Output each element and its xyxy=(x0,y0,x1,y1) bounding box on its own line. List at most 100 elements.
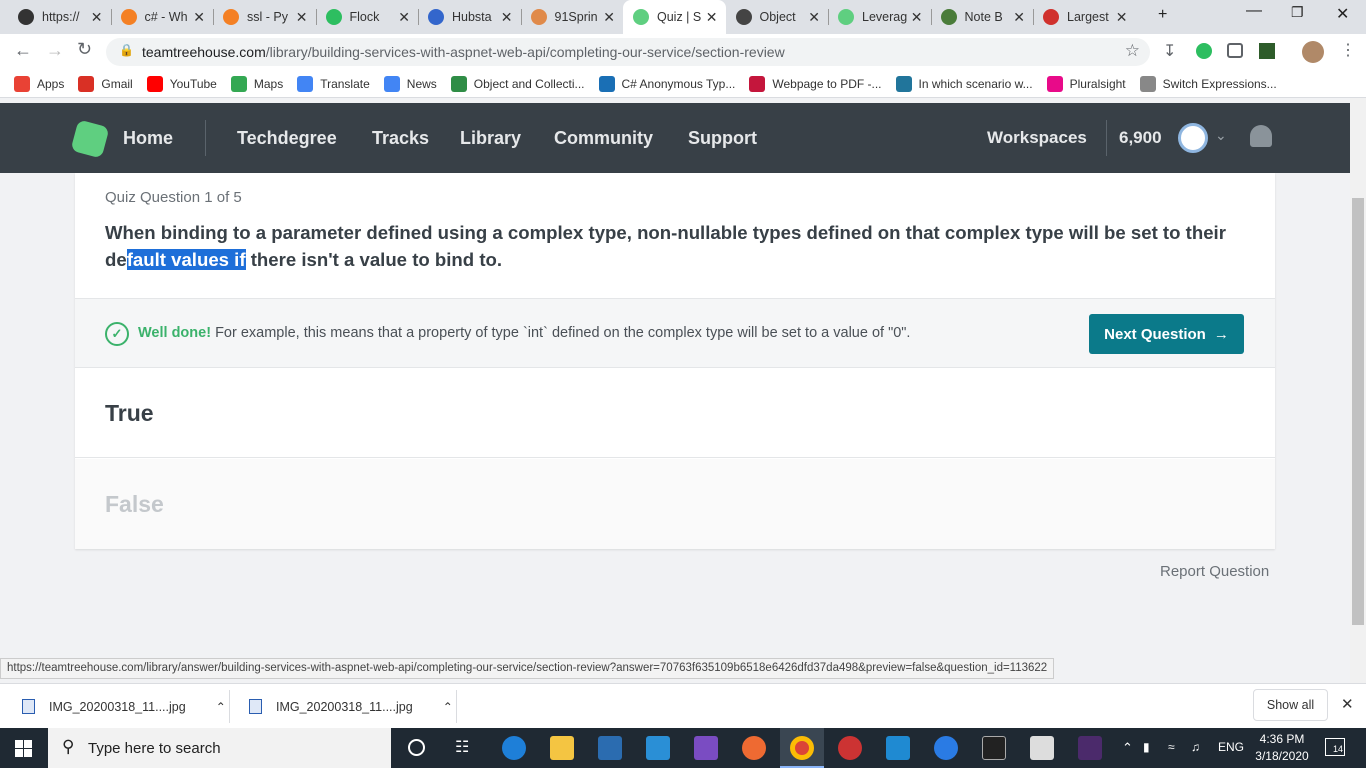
restore-icon[interactable]: ❐ xyxy=(1291,4,1304,21)
extension-icon[interactable] xyxy=(1196,43,1212,59)
edge-icon[interactable] xyxy=(502,736,526,760)
close-tab-icon[interactable]: ✕ xyxy=(706,9,718,26)
browser-tab[interactable]: Largest ✕ xyxy=(1033,0,1136,34)
nav-library[interactable]: Library xyxy=(460,128,521,149)
nav-home[interactable]: Home xyxy=(123,128,173,149)
answer-option-true[interactable]: True xyxy=(75,368,1275,458)
close-tab-icon[interactable]: ✕ xyxy=(398,9,410,26)
close-tab-icon[interactable]: ✕ xyxy=(501,9,513,26)
nav-tracks[interactable]: Tracks xyxy=(372,128,429,149)
close-tab-icon[interactable]: ✕ xyxy=(603,9,615,26)
mail-icon[interactable] xyxy=(646,736,670,760)
report-question-link[interactable]: Report Question xyxy=(1160,563,1269,580)
bookmark-item[interactable]: Webpage to PDF -... xyxy=(749,75,882,92)
chrome-icon[interactable] xyxy=(790,736,814,760)
bookmark-item[interactable]: Gmail xyxy=(78,75,133,92)
chevron-up-icon[interactable]: ⌃ xyxy=(216,700,226,714)
close-tab-icon[interactable]: ✕ xyxy=(91,9,103,26)
close-tab-icon[interactable]: ✕ xyxy=(193,9,205,26)
show-all-button[interactable]: Show all xyxy=(1253,689,1328,721)
close-tab-icon[interactable]: ✕ xyxy=(1116,9,1128,26)
pocket-icon[interactable] xyxy=(1227,43,1243,58)
visual-studio-icon[interactable] xyxy=(694,736,718,760)
nav-workspaces[interactable]: Workspaces xyxy=(987,128,1087,148)
scrollbar-thumb[interactable] xyxy=(1352,198,1364,625)
bookmark-item[interactable]: C# Anonymous Typ... xyxy=(598,75,735,92)
task-view-icon[interactable]: ☷ xyxy=(455,737,469,757)
browser-tab[interactable]: Hubsta ✕ xyxy=(418,0,521,34)
store-icon[interactable] xyxy=(598,736,622,760)
menu-icon[interactable]: ⋮ xyxy=(1340,40,1356,60)
photos-icon[interactable] xyxy=(1030,736,1054,760)
bookmark-item[interactable]: Apps xyxy=(14,75,64,92)
notification-icon[interactable]: 14 xyxy=(1325,738,1345,756)
new-tab-button[interactable]: + xyxy=(1158,6,1167,24)
reload-icon[interactable]: ↻ xyxy=(77,39,92,60)
bookmark-item[interactable]: Switch Expressions... xyxy=(1139,75,1277,92)
close-downloads-icon[interactable]: ✕ xyxy=(1341,695,1354,713)
nav-techdegree[interactable]: Techdegree xyxy=(237,128,337,149)
address-bar[interactable]: 🔒 teamtreehouse.com/library/building-ser… xyxy=(106,38,1150,66)
extension-icon[interactable] xyxy=(1259,43,1275,59)
browser-tab[interactable]: Leverag ✕ xyxy=(828,0,931,34)
bookmark-item[interactable]: YouTube xyxy=(146,75,217,92)
language-indicator[interactable]: ENG xyxy=(1218,740,1244,754)
browser-tab[interactable]: Quiz | S ✕ xyxy=(623,0,726,34)
wifi-icon[interactable]: ≈ xyxy=(1168,740,1175,754)
file-explorer-icon[interactable] xyxy=(550,736,574,760)
chevron-down-icon[interactable]: ⌄ xyxy=(1215,127,1227,144)
bookmark-item[interactable]: Maps xyxy=(230,75,283,92)
minimize-icon[interactable]: — xyxy=(1246,2,1262,20)
terminal-icon[interactable] xyxy=(982,736,1006,760)
clock-date[interactable]: 3/18/2020 xyxy=(1254,749,1310,763)
app-icon[interactable] xyxy=(934,736,958,760)
browser-tab[interactable]: https://✕ xyxy=(8,0,111,34)
browser-tab[interactable]: Object ✕ xyxy=(726,0,829,34)
download-item[interactable]: IMG_20200318_11....jpg ⌃ xyxy=(22,684,226,729)
tray-chevron-icon[interactable]: ⌃ xyxy=(1122,740,1133,756)
browser-tab[interactable]: 91Sprin ✕ xyxy=(521,0,624,34)
volume-icon[interactable]: ♫ xyxy=(1191,740,1200,754)
gfg-icon xyxy=(450,75,467,92)
vscode-icon[interactable] xyxy=(886,736,910,760)
bookmark-item[interactable]: News xyxy=(383,75,437,92)
bookmark-item[interactable]: Translate xyxy=(297,75,370,92)
app-icon[interactable] xyxy=(838,736,862,760)
battery-icon[interactable]: ▮ xyxy=(1143,740,1150,754)
nav-divider xyxy=(205,120,206,156)
close-tab-icon[interactable]: ✕ xyxy=(1013,9,1025,26)
user-avatar[interactable] xyxy=(1178,123,1208,153)
download-icon[interactable]: ↧ xyxy=(1163,41,1176,61)
close-tab-icon[interactable]: ✕ xyxy=(911,9,923,26)
bookmark-item[interactable]: Pluralsight xyxy=(1046,75,1126,92)
page-scrollbar[interactable] xyxy=(1350,98,1366,683)
bookmark-item[interactable]: In which scenario w... xyxy=(895,75,1033,92)
clock-time[interactable]: 4:36 PM xyxy=(1254,732,1310,746)
browser-tab[interactable]: Flock ✕ xyxy=(316,0,419,34)
close-tab-icon[interactable]: ✕ xyxy=(808,9,820,26)
answer-option-false[interactable]: False xyxy=(75,459,1275,549)
download-item[interactable]: IMG_20200318_11....jpg ⌃ xyxy=(249,684,453,729)
nav-community[interactable]: Community xyxy=(554,128,653,149)
taskbar-search[interactable]: ⚲ Type here to search xyxy=(48,728,391,768)
chevron-up-icon[interactable]: ⌃ xyxy=(443,700,453,714)
browser-tab[interactable]: ssl - Py ✕ xyxy=(213,0,316,34)
bookmark-star-icon[interactable]: ☆ xyxy=(1125,41,1140,61)
close-tab-icon[interactable]: ✕ xyxy=(296,9,308,26)
windows-start-icon[interactable] xyxy=(15,740,32,757)
close-window-icon[interactable]: ✕ xyxy=(1336,4,1349,24)
browser-tab[interactable]: Note B ✕ xyxy=(931,0,1034,34)
back-icon[interactable]: ← xyxy=(14,40,32,61)
treehouse-logo-icon[interactable] xyxy=(70,119,110,159)
check-circle-icon: ✓ xyxy=(105,322,129,346)
bookmark-item[interactable]: Object and Collecti... xyxy=(450,75,585,92)
terminal-icon[interactable] xyxy=(1078,736,1102,760)
bell-icon[interactable] xyxy=(1250,125,1272,147)
nav-support[interactable]: Support xyxy=(688,128,757,149)
postman-icon[interactable] xyxy=(742,736,766,760)
browser-tab[interactable]: c# - Wh ✕ xyxy=(111,0,214,34)
forward-icon[interactable]: → xyxy=(46,40,64,61)
profile-avatar[interactable] xyxy=(1302,41,1324,63)
cortana-icon[interactable] xyxy=(408,739,425,756)
next-question-button[interactable]: Next Question → xyxy=(1089,314,1244,354)
